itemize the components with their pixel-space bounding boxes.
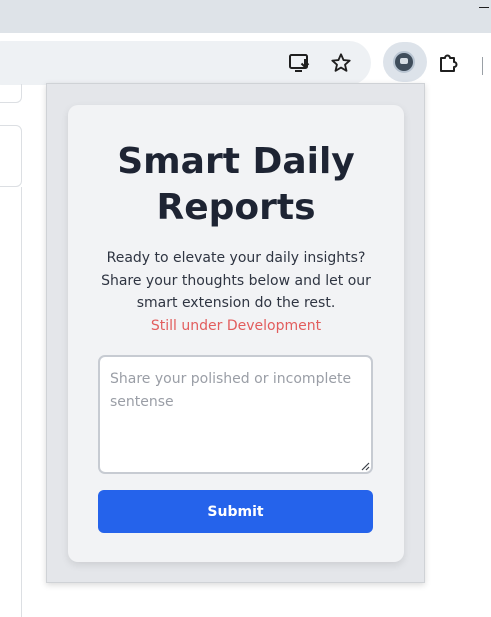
browser-tabstrip bbox=[0, 0, 491, 33]
report-card: Smart Daily Reports Ready to elevate you… bbox=[68, 105, 404, 562]
background-page-element bbox=[0, 125, 22, 187]
extension-popup: Smart Daily Reports Ready to elevate you… bbox=[46, 83, 425, 583]
background-page-divider bbox=[21, 187, 22, 617]
resize-handle-icon[interactable] bbox=[360, 461, 370, 471]
background-page-element bbox=[0, 84, 22, 103]
extensions-puzzle-icon[interactable] bbox=[436, 50, 462, 76]
description-text: Ready to elevate your daily insights? Sh… bbox=[101, 250, 371, 311]
page-title: Smart Daily Reports bbox=[117, 141, 355, 228]
bookmark-star-icon[interactable] bbox=[328, 50, 354, 76]
smart-daily-reports-extension-button[interactable] bbox=[383, 42, 427, 82]
address-bar[interactable] bbox=[0, 41, 371, 85]
submit-button[interactable]: Submit bbox=[98, 490, 373, 533]
toolbar-divider bbox=[482, 57, 483, 75]
install-app-icon[interactable] bbox=[287, 50, 313, 76]
development-status-note: Still under Development bbox=[150, 318, 322, 334]
minimize-window-icon[interactable] bbox=[479, 7, 489, 8]
sentence-input[interactable] bbox=[98, 355, 373, 474]
extension-avatar-icon bbox=[393, 51, 415, 73]
